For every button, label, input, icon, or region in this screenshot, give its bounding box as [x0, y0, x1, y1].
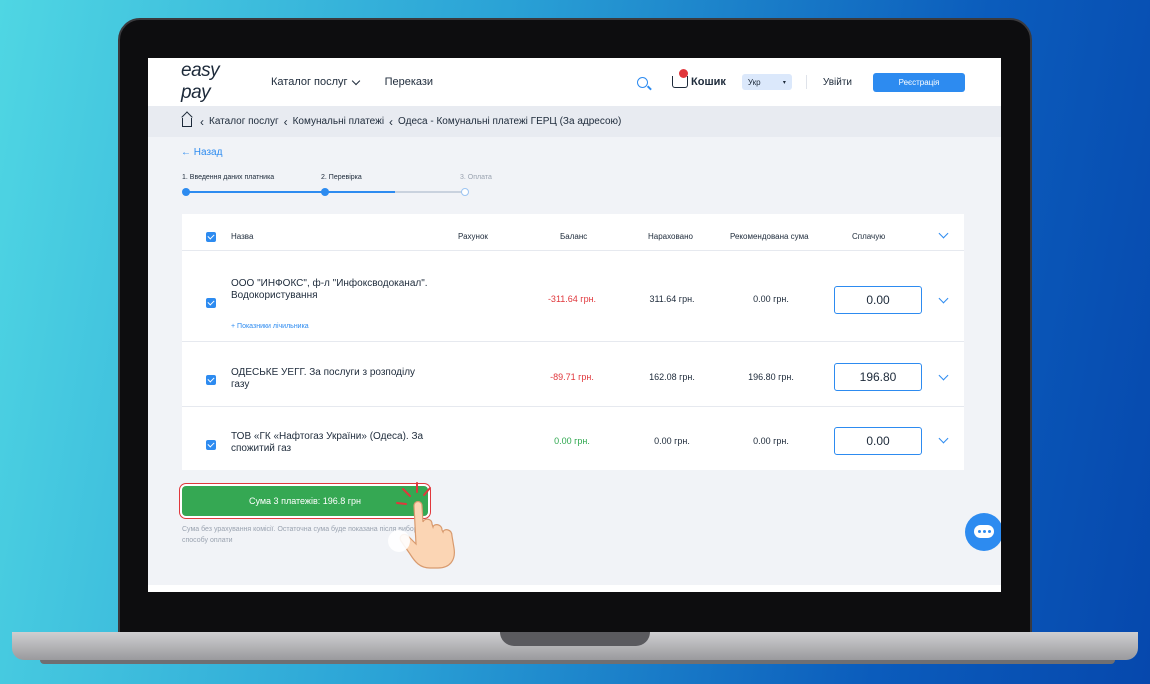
search-icon[interactable] — [637, 76, 649, 88]
logo-text: easy pay — [181, 60, 220, 103]
click-ripple — [388, 530, 410, 552]
col-accrued: Нараховано — [648, 232, 693, 241]
nav-transfers[interactable]: Перекази — [385, 76, 434, 88]
cart-icon — [672, 69, 689, 88]
row-checkbox[interactable] — [206, 375, 216, 385]
nav-catalog[interactable]: Каталог послуг — [271, 76, 360, 88]
table-row: ТОВ «ГК «Нафтогаз України» (Одеса). За с… — [182, 407, 964, 470]
click-burst-icon — [396, 482, 431, 505]
chevron-left-icon: ‹ — [283, 114, 288, 129]
login-link[interactable]: Увійти — [823, 77, 852, 88]
row-recommended: 196.80 грн. — [748, 372, 794, 382]
breadcrumb-item-utilities[interactable]: Комунальні платежі — [293, 116, 384, 127]
row-recommended: 0.00 грн. — [753, 436, 789, 446]
paying-amount-input[interactable]: 196.80 — [834, 363, 922, 391]
row-balance: 0.00 грн. — [554, 436, 590, 446]
step-2-line — [325, 191, 395, 193]
chevron-down-icon — [351, 76, 360, 85]
row-name: ТОВ «ГК «Нафтогаз України» (Одеса). За с… — [231, 431, 424, 454]
back-link[interactable]: ← Назад — [181, 147, 222, 158]
row-balance: -89.71 грн. — [550, 372, 594, 382]
table-header-row: Назва Рахунок Баланс Нараховано Рекоменд… — [182, 214, 964, 251]
step-1-line — [186, 191, 325, 193]
row-balance: -311.64 грн. — [547, 294, 597, 304]
col-balance: Баланс — [560, 232, 588, 241]
breadcrumb-item-current: Одеса - Комунальні платежі ГЕРЦ (За адре… — [398, 116, 622, 127]
main-nav: Каталог послуг Перекази — [271, 76, 433, 88]
col-account: Рахунок — [458, 232, 488, 241]
row-checkbox[interactable] — [206, 298, 216, 308]
chat-icon — [974, 525, 994, 538]
expand-all-chevron-icon[interactable] — [938, 228, 949, 239]
col-paying: Сплачую — [852, 232, 886, 241]
chevron-left-icon: ‹ — [389, 114, 394, 129]
table-row: ОДЕСЬКЕ УЕГГ. За послуги з розподілу газ… — [182, 342, 964, 407]
row-checkbox[interactable] — [206, 440, 216, 450]
step-3-line — [395, 191, 465, 193]
step-1-dot — [182, 188, 190, 196]
payments-table: Назва Рахунок Баланс Нараховано Рекоменд… — [182, 214, 964, 470]
cart-badge — [679, 69, 689, 78]
register-button[interactable]: Реєстрація — [873, 72, 965, 92]
step-3-dot — [461, 188, 469, 196]
step-3-label: 3. Оплата — [460, 174, 492, 181]
progress-stepper: 1. Введення даних платника 2. Перевірка … — [182, 174, 512, 198]
home-icon[interactable] — [182, 118, 192, 127]
breadcrumb: ‹ Каталог послуг ‹ Комунальні платежі ‹ … — [148, 106, 1001, 137]
language-select[interactable]: Укр ▾ — [741, 74, 792, 90]
paying-amount-input[interactable]: 0.00 — [834, 286, 922, 314]
row-recommended: 0.00 грн. — [753, 294, 789, 304]
row-expand-chevron-icon[interactable] — [938, 433, 949, 444]
footer-strip — [148, 585, 1001, 592]
col-name: Назва — [231, 232, 254, 241]
language-value: Укр — [747, 77, 761, 87]
site-header: easy pay Каталог послуг Перекази Кошик У… — [148, 58, 1001, 106]
laptop-notch — [500, 632, 650, 646]
col-recommended: Рекомендована сума — [730, 232, 809, 241]
chat-button[interactable] — [965, 513, 1001, 551]
cart-label: Кошик — [691, 76, 726, 88]
easypay-logo[interactable]: easy pay — [181, 60, 249, 104]
nav-transfers-label: Перекази — [384, 76, 434, 88]
row-expand-chevron-icon[interactable] — [938, 370, 949, 381]
screen: easy pay Каталог послуг Перекази Кошик У… — [148, 58, 1001, 592]
row-name: ОДЕСЬКЕ УЕГГ. За послуги з розподілу газ… — [231, 367, 416, 390]
step-2-label: 2. Перевірка — [321, 174, 362, 181]
row-name: ООО "ИНФОКС", ф-л "Инфоксводоканал". Вод… — [231, 278, 428, 301]
chevron-down-icon: ▾ — [782, 79, 786, 86]
cart-button[interactable]: Кошик — [672, 69, 726, 88]
pointing-hand-icon — [396, 482, 455, 569]
table-row: ООО "ИНФОКС", ф-л "Инфоксводоканал". Вод… — [182, 251, 964, 342]
paying-amount-input[interactable]: 0.00 — [834, 427, 922, 455]
row-expand-chevron-icon[interactable] — [938, 293, 949, 304]
row-accrued: 0.00 грн. — [654, 436, 690, 446]
chevron-left-icon: ‹ — [200, 114, 204, 129]
select-all-checkbox[interactable] — [206, 232, 216, 242]
laptop-foot — [40, 660, 1115, 664]
row-accrued: 162.08 грн. — [649, 372, 695, 382]
row-accrued: 311.64 грн. — [649, 294, 695, 304]
step-2-dot — [321, 188, 329, 196]
header-actions: Кошик Укр ▾ Увійти Реєстрація — [637, 58, 965, 106]
step-1-label: 1. Введення даних платника — [182, 174, 275, 181]
nav-catalog-label: Каталог послуг — [271, 76, 348, 88]
meter-readings-link[interactable]: + Показники лічильника — [231, 323, 309, 330]
divider — [805, 75, 807, 89]
breadcrumb-item-catalog[interactable]: Каталог послуг — [209, 116, 279, 127]
